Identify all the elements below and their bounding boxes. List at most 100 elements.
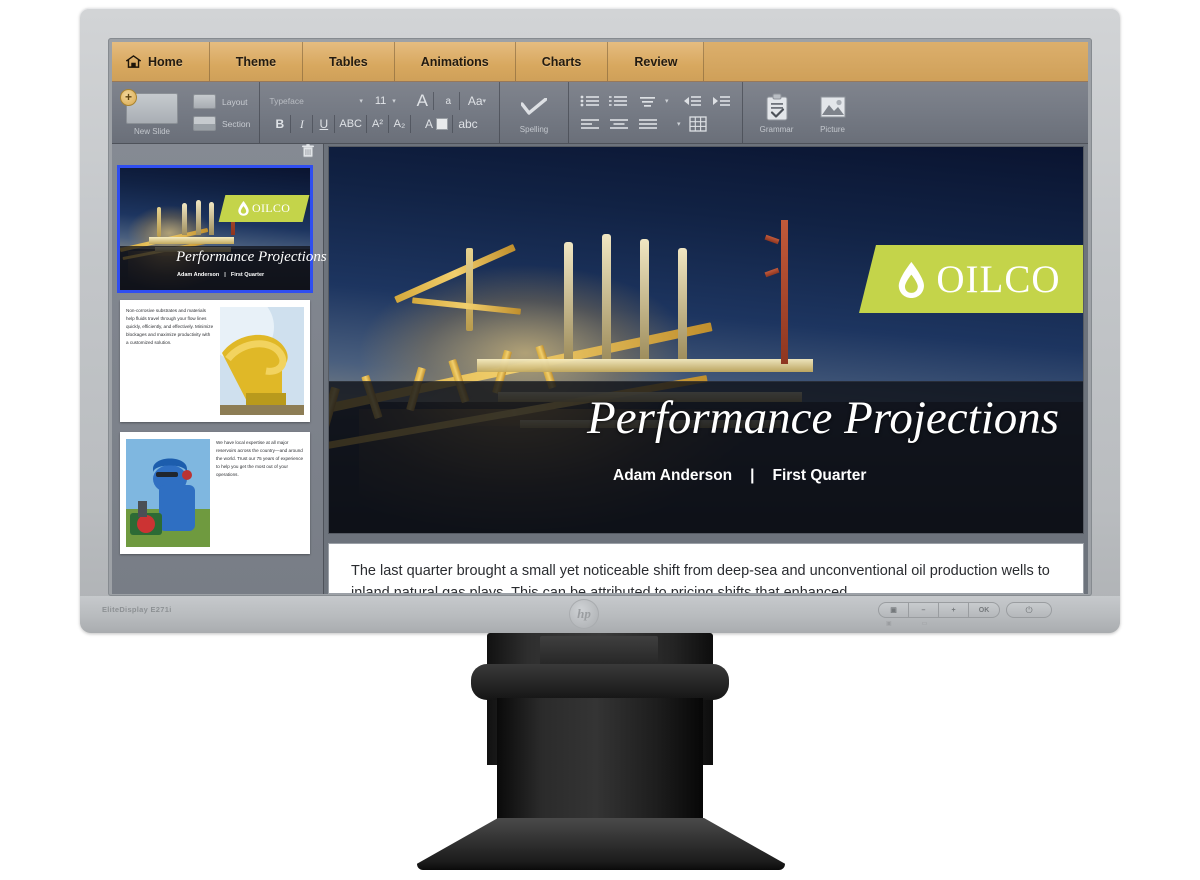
grammar-label: Grammar xyxy=(759,124,794,134)
slide-thumbnail-3[interactable]: We have local expertise at all major res… xyxy=(120,432,310,554)
tab-review[interactable]: Review xyxy=(608,42,705,81)
font-size-dropdown-icon[interactable]: ▾ xyxy=(392,97,396,105)
spelling-label: Spelling xyxy=(519,124,549,134)
monitor-model-label: EliteDisplay E271i xyxy=(102,605,172,614)
layout-icon xyxy=(193,94,216,109)
line-spacing-caret-icon[interactable]: ▾ xyxy=(665,97,669,105)
align-center-icon[interactable] xyxy=(607,116,631,133)
slide-canvas[interactable]: OILCO Performance Projections Adam Ander… xyxy=(328,146,1084,534)
monitor-screen: Home Theme Tables Animations Charts Revi… xyxy=(112,42,1088,594)
slide-quarter: First Quarter xyxy=(772,467,867,484)
slide-thumbnail-1[interactable]: OILCO Performance Projections Adam Ander… xyxy=(117,165,327,293)
increase-indent-icon[interactable] xyxy=(709,93,733,110)
tab-theme-label: Theme xyxy=(235,54,277,69)
slide-subtitle-text[interactable]: Adam Anderson | First Quarter xyxy=(613,467,866,485)
spelling-button[interactable]: Spelling xyxy=(509,92,559,134)
align-left-icon[interactable] xyxy=(578,116,602,133)
decrease-indent-icon[interactable] xyxy=(680,93,704,110)
underline-button[interactable]: U xyxy=(313,115,336,133)
oil-droplet-icon xyxy=(898,261,924,297)
monitor-stand-column xyxy=(497,698,703,826)
osd-menu-button[interactable]: ▣ xyxy=(879,603,909,617)
checkmark-icon xyxy=(519,92,549,122)
font-color-button[interactable]: A xyxy=(421,115,453,133)
clipboard-check-icon xyxy=(762,92,792,122)
slide-logo-badge: OILCO xyxy=(859,245,1083,313)
home-icon xyxy=(126,54,141,68)
workspace: OILCO Performance Projections Adam Ander… xyxy=(112,143,1088,594)
new-slide-label: New Slide xyxy=(133,126,170,136)
thumbnail-3-body: We have local expertise at all major res… xyxy=(216,440,304,478)
italic-button[interactable]: I xyxy=(291,115,314,133)
thumbnail-1-quarter: First Quarter xyxy=(230,272,265,278)
osd-plus-button[interactable]: + xyxy=(939,603,969,617)
trash-icon[interactable] xyxy=(302,143,314,163)
screenshot-root: Home Theme Tables Animations Charts Revi… xyxy=(0,0,1200,880)
bulleted-list-icon[interactable] xyxy=(578,93,602,110)
slide-divider: | xyxy=(750,467,755,484)
align-justify-icon[interactable] xyxy=(636,116,660,133)
slide-panel-header xyxy=(112,143,323,163)
tab-animations[interactable]: Animations xyxy=(394,42,516,81)
numbered-list-icon[interactable] xyxy=(607,93,631,110)
typeface-dropdown-icon[interactable]: ▾ xyxy=(359,97,363,105)
layout-button[interactable]: Layout xyxy=(193,94,250,109)
subscript-button[interactable]: A₂ xyxy=(389,115,411,133)
hp-logo: hp xyxy=(569,599,599,629)
superscript-button[interactable]: A² xyxy=(367,115,389,133)
change-case-button[interactable]: Aa ▾ xyxy=(464,92,490,110)
bold-button[interactable]: B xyxy=(269,115,292,133)
thumbnail-1-logo: OILCO xyxy=(218,195,310,222)
picture-button[interactable]: Picture xyxy=(808,92,858,134)
slide-title-text[interactable]: Performance Projections xyxy=(587,391,1059,445)
picture-icon xyxy=(818,92,848,122)
new-slide-button[interactable]: + New Slide xyxy=(120,88,183,136)
monitor-bezel: Home Theme Tables Animations Charts Revi… xyxy=(80,8,1120,633)
osd-ok-button[interactable]: OK xyxy=(969,603,999,617)
shrink-font-button[interactable]: a xyxy=(438,92,460,110)
osd-minus-button[interactable]: – xyxy=(909,603,939,617)
slide-logo-text: OILCO xyxy=(936,257,1061,301)
slide-navigator-panel: OILCO Performance Projections Adam Ander… xyxy=(112,143,327,594)
ribbon-group-slides: + New Slide Layout Section xyxy=(112,82,261,143)
monitor-osd-controls: ▣ – + OK ⏻ ▣ ▭ xyxy=(878,602,1052,627)
tab-theme[interactable]: Theme xyxy=(209,42,304,81)
tab-bar-filler xyxy=(704,42,1088,81)
font-size-value[interactable]: 11 xyxy=(375,95,386,107)
thumbnail-1-artwork: OILCO Performance Projections Adam Ander… xyxy=(119,168,327,290)
line-spacing-icon[interactable] xyxy=(636,93,660,110)
slide-thumbnail-2[interactable]: Non-corrosive substrates and materials h… xyxy=(120,293,310,422)
tab-tables-label: Tables xyxy=(329,54,368,69)
picture-label: Picture xyxy=(820,124,845,134)
grammar-button[interactable]: Grammar xyxy=(752,92,802,134)
change-case-caret-icon: ▾ xyxy=(482,98,487,105)
thumbnail-1-subtitle: Adam Anderson | First Quarter xyxy=(177,272,264,278)
section-button[interactable]: Section xyxy=(193,116,250,131)
oil-droplet-icon xyxy=(238,201,249,216)
insert-table-icon[interactable] xyxy=(686,116,710,133)
tab-tables[interactable]: Tables xyxy=(303,42,395,81)
ribbon-tab-bar: Home Theme Tables Animations Charts Revi… xyxy=(112,42,1088,82)
table-caret-icon[interactable]: ▾ xyxy=(677,120,681,128)
ribbon-group-font: Typeface ▾ 11 ▾ A a Aa ▾ B I U ABC A² A₂… xyxy=(260,82,501,143)
monitor-stand-hinge xyxy=(471,664,729,700)
tab-charts[interactable]: Charts xyxy=(515,42,609,81)
ribbon-group-paragraph: ▾ ▾ xyxy=(569,82,743,143)
speaker-notes-pane[interactable]: The last quarter brought a small yet not… xyxy=(328,543,1084,594)
ribbon-toolbar: + New Slide Layout Section Typeface ▾ 11… xyxy=(112,82,1088,144)
slide-presenter: Adam Anderson xyxy=(613,467,733,484)
main-editor-pane: OILCO Performance Projections Adam Ander… xyxy=(324,144,1088,594)
tab-home[interactable]: Home xyxy=(112,42,210,81)
strikethrough-button[interactable]: ABC xyxy=(335,115,367,133)
grow-font-button[interactable]: A xyxy=(412,91,434,110)
new-slide-icon: + xyxy=(120,88,178,124)
bezel-chin: EliteDisplay E271i hp ▣ – + OK ⏻ ▣ ▭ xyxy=(80,596,1120,633)
highlight-button[interactable]: abc xyxy=(453,115,483,133)
tab-home-label: Home xyxy=(148,54,183,69)
power-button[interactable]: ⏻ xyxy=(1006,602,1052,618)
osd-source-icon: ▣ xyxy=(886,621,892,627)
tab-review-label: Review xyxy=(634,54,678,69)
slide-thumbnail-list: OILCO Performance Projections Adam Ander… xyxy=(112,162,327,594)
tab-charts-label: Charts xyxy=(541,54,582,69)
thumbnail-2-body: Non-corrosive substrates and materials h… xyxy=(126,308,214,346)
